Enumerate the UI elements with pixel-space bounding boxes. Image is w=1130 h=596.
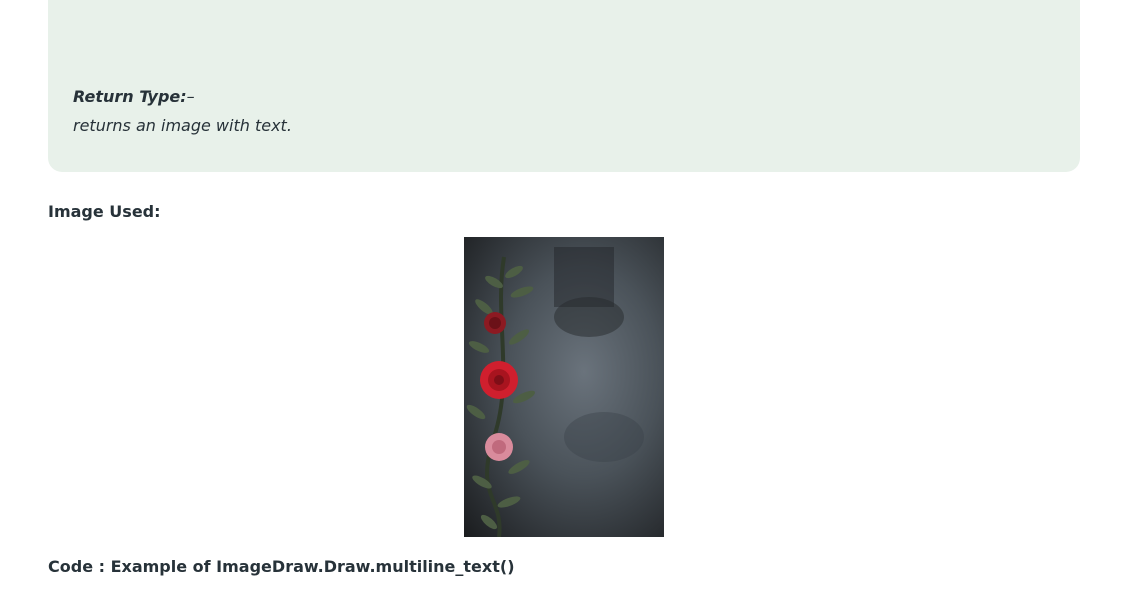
return-type-line: Return Type:– — [73, 87, 195, 106]
return-type-separator: – — [186, 87, 195, 106]
info-box — [48, 0, 1080, 172]
code-example-heading: Code : Example of ImageDraw.Draw.multili… — [48, 557, 515, 576]
return-type-label: Return Type: — [73, 87, 187, 106]
sample-image — [464, 237, 664, 537]
roses-illustration — [466, 247, 644, 537]
article-page: Return Type:– returns an image with text… — [0, 0, 1130, 596]
return-type-description: returns an image with text. — [73, 116, 292, 135]
image-used-heading: Image Used: — [48, 202, 161, 221]
